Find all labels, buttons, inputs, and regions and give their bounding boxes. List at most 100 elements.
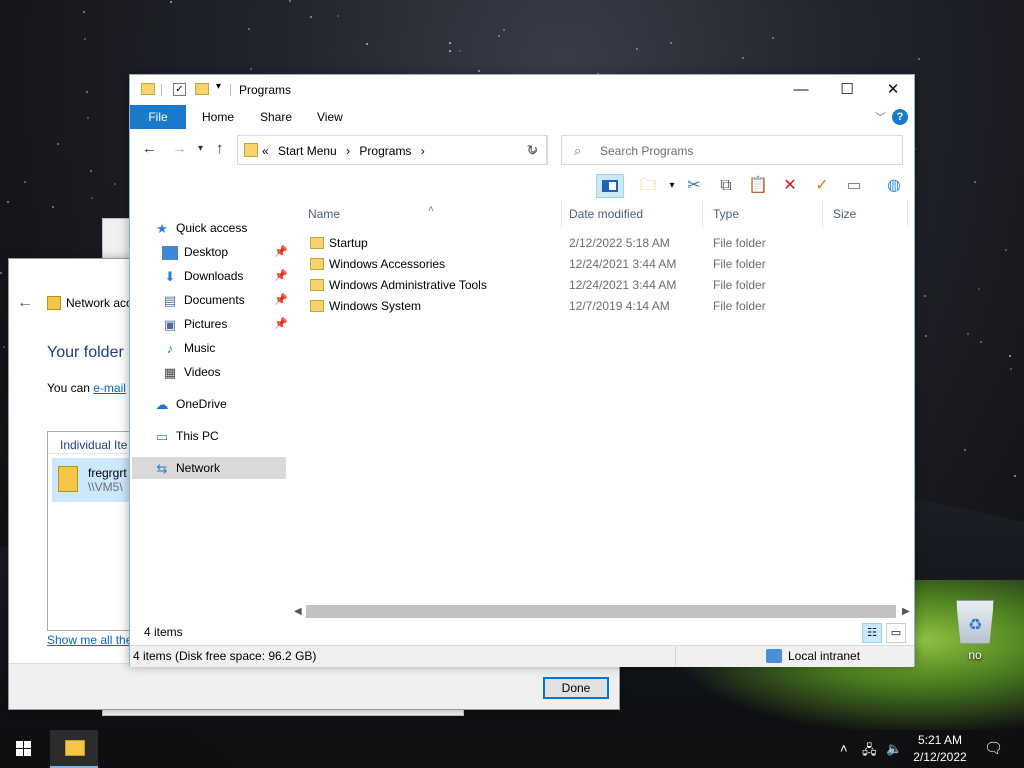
scrollbar-thumb[interactable] bbox=[306, 605, 896, 618]
star bbox=[636, 48, 638, 50]
checkmark-icon[interactable]: ✓ bbox=[810, 174, 834, 198]
picture-icon: ▣ bbox=[163, 316, 177, 332]
minimize-icon[interactable]: — bbox=[778, 75, 824, 105]
nav-music[interactable]: ♪ Music bbox=[162, 337, 216, 359]
security-zone: Local intranet bbox=[788, 649, 861, 663]
forward-icon[interactable]: → bbox=[172, 140, 187, 157]
address-bar[interactable]: « Start Menu › Programs › ⌄ bbox=[237, 135, 547, 165]
star bbox=[980, 341, 982, 343]
table-row[interactable]: Startup 2/12/2022 5:18 AM File folder bbox=[298, 233, 898, 254]
help-icon[interactable]: ? bbox=[892, 109, 908, 125]
column-header-name[interactable]: Name ˄ bbox=[298, 201, 562, 227]
nav-quick-access[interactable]: ★ Quick access bbox=[154, 217, 247, 239]
tab-share[interactable]: Share bbox=[250, 105, 302, 129]
nav-label: Pictures bbox=[184, 317, 228, 331]
title-bar[interactable]: ✓ ▾ Programs — ☐ ✕ bbox=[130, 75, 914, 105]
tab-file[interactable]: File bbox=[130, 105, 186, 129]
maximize-icon[interactable]: ☐ bbox=[824, 75, 870, 105]
delete-icon[interactable]: ✕ bbox=[778, 174, 802, 198]
properties-icon[interactable]: ✓ bbox=[173, 83, 186, 96]
clock-date: 2/12/2022 bbox=[913, 750, 967, 764]
star bbox=[248, 28, 250, 30]
globe-icon[interactable]: ◍ bbox=[882, 174, 906, 198]
breadcrumb-programs[interactable]: Programs bbox=[359, 144, 411, 158]
show-shares-link[interactable]: Show me all the bbox=[47, 633, 132, 647]
nav-onedrive[interactable]: ☁ OneDrive bbox=[154, 393, 227, 415]
column-header-date[interactable]: Date modified bbox=[559, 201, 703, 227]
breadcrumb-start-menu[interactable]: Start Menu bbox=[278, 144, 337, 158]
cut-icon[interactable]: ✂ bbox=[682, 174, 706, 198]
column-header-size[interactable]: Size bbox=[823, 201, 908, 227]
recent-locations-icon[interactable]: ▾ bbox=[198, 143, 203, 154]
breadcrumb-overflow[interactable]: « bbox=[262, 144, 269, 158]
horizontal-scrollbar[interactable]: ◀ ▶ bbox=[290, 603, 916, 620]
star bbox=[84, 38, 86, 40]
folder-icon bbox=[310, 300, 324, 312]
refresh-icon[interactable]: ↻ bbox=[518, 135, 548, 165]
table-row[interactable]: Windows Accessories 12/24/2021 3:44 AM F… bbox=[298, 254, 898, 275]
taskbar-file-explorer[interactable] bbox=[50, 730, 98, 768]
computer-icon: ▭ bbox=[155, 428, 169, 444]
chevron-right-icon[interactable]: › bbox=[421, 144, 425, 158]
tab-home[interactable]: Home bbox=[192, 105, 244, 129]
chevron-right-icon[interactable]: › bbox=[346, 144, 350, 158]
scroll-right-icon[interactable]: ▶ bbox=[902, 603, 910, 620]
done-button[interactable]: Done bbox=[543, 677, 609, 699]
search-input[interactable] bbox=[600, 142, 890, 160]
up-icon[interactable]: ↑ bbox=[216, 140, 224, 157]
network-tray-icon[interactable]: 🖧 bbox=[862, 741, 877, 763]
back-icon[interactable]: ← bbox=[142, 140, 157, 157]
navigation-bar: ← → ▾ ↑ « Start Menu › Programs › ⌄ ↻ ⌕ bbox=[130, 133, 914, 167]
clock[interactable]: 5:21 AM 2/12/2022 bbox=[905, 732, 975, 766]
pin-icon[interactable]: 📌 bbox=[274, 241, 288, 263]
pin-icon[interactable]: 📌 bbox=[274, 313, 288, 335]
network-icon: ⇆ bbox=[156, 460, 168, 476]
sort-arrow-icon: ˄ bbox=[428, 204, 434, 215]
desktop-icon-recycle-bin[interactable]: ♻ no bbox=[948, 600, 1002, 662]
table-row[interactable]: Windows System 12/7/2019 4:14 AM File fo… bbox=[298, 296, 898, 317]
new-folder-icon[interactable] bbox=[195, 83, 209, 95]
item-path: \\VM5\ bbox=[88, 480, 123, 494]
nav-this-pc[interactable]: ▭ This PC bbox=[154, 425, 219, 447]
star bbox=[925, 335, 927, 337]
divider bbox=[675, 646, 676, 667]
view-switcher: ☷ ▭ bbox=[862, 623, 906, 643]
pin-icon[interactable]: 📌 bbox=[274, 265, 288, 287]
star bbox=[170, 1, 172, 3]
table-row[interactable]: Windows Administrative Tools 12/24/2021 … bbox=[298, 275, 898, 296]
copy-icon[interactable]: ⧉ bbox=[714, 174, 738, 198]
notifications-icon[interactable]: 🗨 bbox=[984, 739, 1003, 757]
pin-icon[interactable]: 📌 bbox=[274, 289, 288, 311]
large-icons-view-icon[interactable]: ▭ bbox=[886, 623, 906, 643]
column-header-type[interactable]: Type bbox=[703, 201, 823, 227]
recycle-bin-icon: ♻ bbox=[956, 600, 994, 644]
scroll-left-icon[interactable]: ◀ bbox=[294, 603, 302, 620]
expand-ribbon-icon[interactable]: ﹀ bbox=[875, 109, 886, 125]
nav-network[interactable]: ⇆ Network bbox=[132, 457, 286, 479]
customize-toolbar-icon[interactable]: ▾ bbox=[216, 81, 221, 92]
email-link[interactable]: e-mail bbox=[93, 381, 126, 395]
search-box[interactable]: ⌕ bbox=[561, 135, 903, 165]
preview-pane-icon[interactable] bbox=[596, 174, 624, 198]
intranet-icon bbox=[766, 649, 782, 663]
status-detail: 4 items (Disk free space: 96.2 GB) bbox=[133, 649, 317, 663]
folder-icon bbox=[58, 466, 78, 492]
star bbox=[978, 288, 980, 290]
back-arrow-icon[interactable]: ← bbox=[17, 294, 33, 312]
new-folder-icon[interactable]: 🗀 bbox=[636, 174, 660, 198]
close-icon[interactable]: ✕ bbox=[870, 75, 916, 105]
clock-time: 5:21 AM bbox=[917, 733, 963, 747]
file-type: File folder bbox=[713, 278, 766, 292]
divider bbox=[230, 84, 231, 96]
chevron-down-icon[interactable]: ▾ bbox=[660, 174, 684, 198]
rename-icon[interactable]: ▭ bbox=[842, 174, 866, 198]
tab-view[interactable]: View bbox=[307, 105, 353, 129]
details-view-icon[interactable]: ☷ bbox=[862, 623, 882, 643]
start-button[interactable] bbox=[0, 730, 48, 768]
paste-icon[interactable]: 📋 bbox=[746, 174, 770, 198]
star bbox=[83, 11, 85, 13]
star bbox=[498, 35, 500, 37]
volume-muted-icon[interactable]: 🔈 bbox=[886, 741, 902, 757]
nav-videos[interactable]: ▦ Videos bbox=[162, 361, 221, 383]
chevron-up-icon[interactable]: ˄ bbox=[840, 741, 848, 756]
